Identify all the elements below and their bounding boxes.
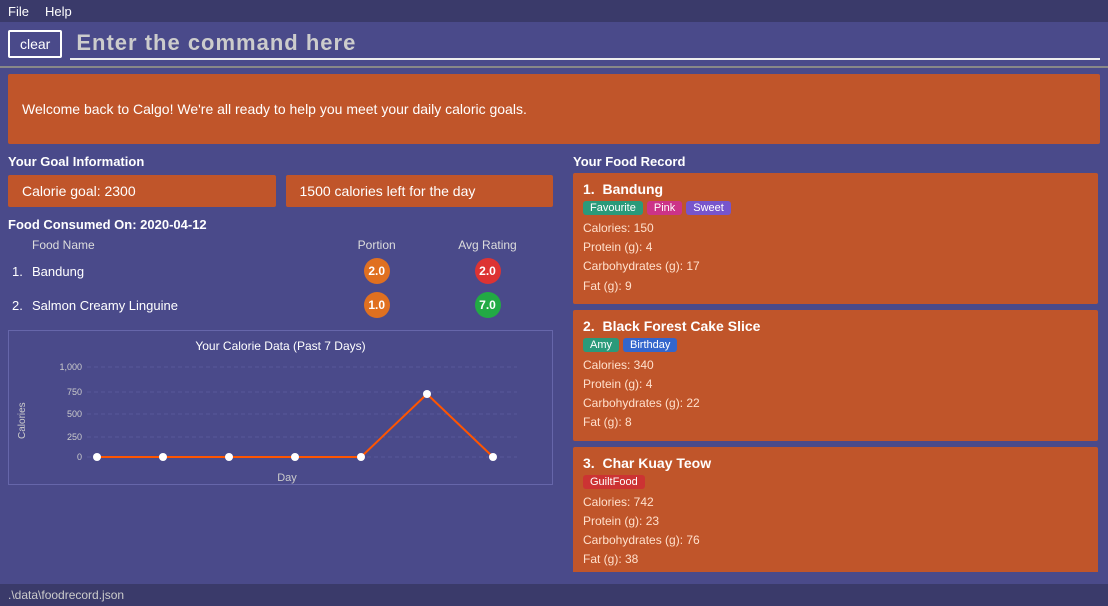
- food-record-item: 1. Bandung Favourite Pink Sweet Calories: …: [573, 173, 1098, 304]
- svg-text:750: 750: [67, 387, 82, 397]
- svg-text:2020-04-09: 2020-04-09: [276, 465, 314, 467]
- goal-row: Calorie goal: 2300 1500 calories left fo…: [8, 175, 553, 207]
- tag: Amy: [583, 338, 619, 352]
- row-portion: 2.0: [331, 254, 422, 288]
- command-input[interactable]: [70, 28, 1100, 60]
- main-layout: Your Goal Information Calorie goal: 2300…: [0, 150, 1108, 572]
- x-axis-label: Day: [30, 472, 544, 484]
- table-row: 2. Salmon Creamy Linguine 1.0 7.0: [8, 288, 553, 322]
- calorie-goal-box: Calorie goal: 2300: [8, 175, 276, 207]
- row-food-name: Salmon Creamy Linguine: [28, 288, 331, 322]
- food-item-tags: Amy Birthday: [583, 338, 1088, 352]
- chart-svg-wrap: 1,000 750 500 250 0 2020-04-06 2020-04-0…: [30, 357, 544, 484]
- y-axis-label: Calories: [17, 357, 28, 484]
- tag: Sweet: [686, 201, 731, 215]
- tag: Birthday: [623, 338, 677, 352]
- tag: GuiltFood: [583, 475, 645, 489]
- chart-inner: Calories 1,000 750 500 250 0: [17, 357, 544, 484]
- col-portion: Portion: [331, 236, 422, 254]
- clear-button[interactable]: clear: [8, 30, 62, 58]
- tag: Favourite: [583, 201, 643, 215]
- food-item-detail: Calories: 742 Protein (g): 23 Carbohydra…: [583, 493, 1088, 570]
- row-index: 1.: [8, 254, 28, 288]
- food-record-scroll[interactable]: 1. Bandung Favourite Pink Sweet Calories: …: [573, 173, 1100, 572]
- welcome-text: Welcome back to Calgo! We're all ready t…: [22, 101, 527, 117]
- svg-text:2020-04-12: 2020-04-12: [474, 465, 512, 467]
- command-bar: clear: [0, 22, 1108, 68]
- food-record-title: Your Food Record: [573, 150, 1100, 169]
- calories-left-box: 1500 calories left for the day: [286, 175, 554, 207]
- row-avg-rating: 2.0: [422, 254, 553, 288]
- menubar: File Help: [0, 0, 1108, 22]
- food-item-name: 2. Black Forest Cake Slice: [583, 318, 1088, 334]
- food-item-tags: GuiltFood: [583, 475, 1088, 489]
- food-record-item: 2. Black Forest Cake Slice Amy Birthday C…: [573, 310, 1098, 441]
- svg-text:500: 500: [67, 409, 82, 419]
- chart-title: Your Calorie Data (Past 7 Days): [17, 339, 544, 353]
- food-item-name: 1. Bandung: [583, 181, 1088, 197]
- svg-text:250: 250: [67, 432, 82, 442]
- row-food-name: Bandung: [28, 254, 331, 288]
- food-item-name: 3. Char Kuay Teow: [583, 455, 1088, 471]
- row-avg-rating: 7.0: [422, 288, 553, 322]
- food-item-detail: Calories: 340 Protein (g): 4 Carbohydrat…: [583, 356, 1088, 433]
- svg-text:2020-04-08: 2020-04-08: [210, 465, 248, 467]
- food-item-detail: Calories: 150 Protein (g): 4 Carbohydrat…: [583, 219, 1088, 296]
- chart-area: Your Calorie Data (Past 7 Days) Calories…: [8, 330, 553, 485]
- menu-file[interactable]: File: [8, 4, 29, 19]
- svg-text:2020-04-07: 2020-04-07: [144, 465, 182, 467]
- row-index: 2.: [8, 288, 28, 322]
- left-panel: Your Goal Information Calorie goal: 2300…: [8, 150, 563, 572]
- svg-text:0: 0: [77, 452, 82, 462]
- food-table: Food Name Portion Avg Rating 1. Bandung …: [8, 236, 553, 322]
- svg-text:1,000: 1,000: [59, 362, 82, 372]
- svg-text:2020-04-11: 2020-04-11: [408, 465, 446, 467]
- table-row: 1. Bandung 2.0 2.0: [8, 254, 553, 288]
- right-panel: Your Food Record 1. Bandung Favourite Pin…: [563, 150, 1100, 572]
- svg-text:2020-04-10: 2020-04-10: [342, 465, 380, 467]
- col-avg-rating: Avg Rating: [422, 236, 553, 254]
- goal-info-title: Your Goal Information: [8, 150, 553, 169]
- food-consumed-title: Food Consumed On: 2020-04-12: [8, 217, 553, 232]
- tag: Pink: [647, 201, 682, 215]
- menu-help[interactable]: Help: [45, 4, 72, 19]
- status-path: .\data\foodrecord.json: [8, 588, 124, 602]
- welcome-banner: Welcome back to Calgo! We're all ready t…: [8, 74, 1100, 144]
- food-record-item: 3. Char Kuay Teow GuiltFood Calories: 74…: [573, 447, 1098, 573]
- col-food-name: Food Name: [28, 236, 331, 254]
- food-item-tags: Favourite Pink Sweet: [583, 201, 1088, 215]
- status-bar: .\data\foodrecord.json: [0, 584, 1108, 606]
- row-portion: 1.0: [331, 288, 422, 322]
- svg-text:2020-04-06: 2020-04-06: [78, 465, 116, 467]
